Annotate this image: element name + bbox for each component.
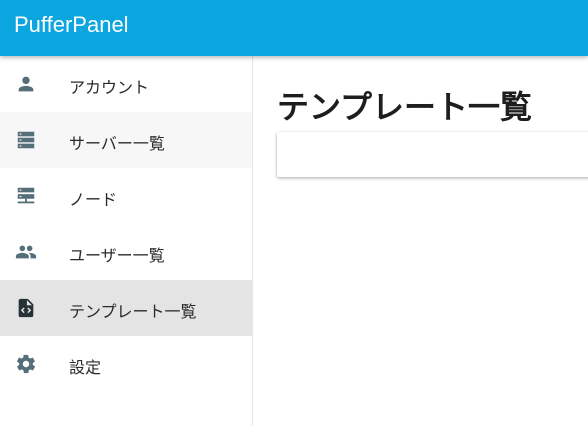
app-bar: PufferPanel: [0, 0, 588, 56]
sidebar-item-label: アカウント: [69, 78, 150, 97]
gear-icon: [15, 353, 37, 375]
sidebar-item-label: ユーザー一覧: [69, 246, 165, 265]
page-title: テンプレート一覧: [277, 88, 533, 126]
templates-card: [277, 132, 588, 177]
template-file-icon: [15, 297, 37, 319]
nodes-icon: [15, 185, 37, 207]
app-title[interactable]: PufferPanel: [14, 12, 129, 38]
sidebar-item-label: テンプレート一覧: [69, 302, 197, 321]
users-icon: [15, 241, 37, 263]
sidebar: アカウント サーバー一覧 ノード ユーザー一覧 テンプレート一覧 設定: [0, 56, 253, 426]
sidebar-item-nodes[interactable]: ノード: [0, 168, 252, 224]
sidebar-item-label: サーバー一覧: [69, 134, 165, 153]
sidebar-item-users[interactable]: ユーザー一覧: [0, 224, 252, 280]
sidebar-item-templates[interactable]: テンプレート一覧: [0, 280, 252, 336]
main-content: テンプレート一覧: [253, 56, 588, 426]
account-icon: [15, 73, 37, 95]
sidebar-item-label: 設定: [69, 358, 102, 377]
sidebar-item-settings[interactable]: 設定: [0, 336, 252, 392]
sidebar-item-account[interactable]: アカウント: [0, 56, 252, 112]
servers-icon: [15, 129, 37, 151]
sidebar-item-label: ノード: [69, 190, 118, 209]
sidebar-item-servers[interactable]: サーバー一覧: [0, 112, 252, 168]
